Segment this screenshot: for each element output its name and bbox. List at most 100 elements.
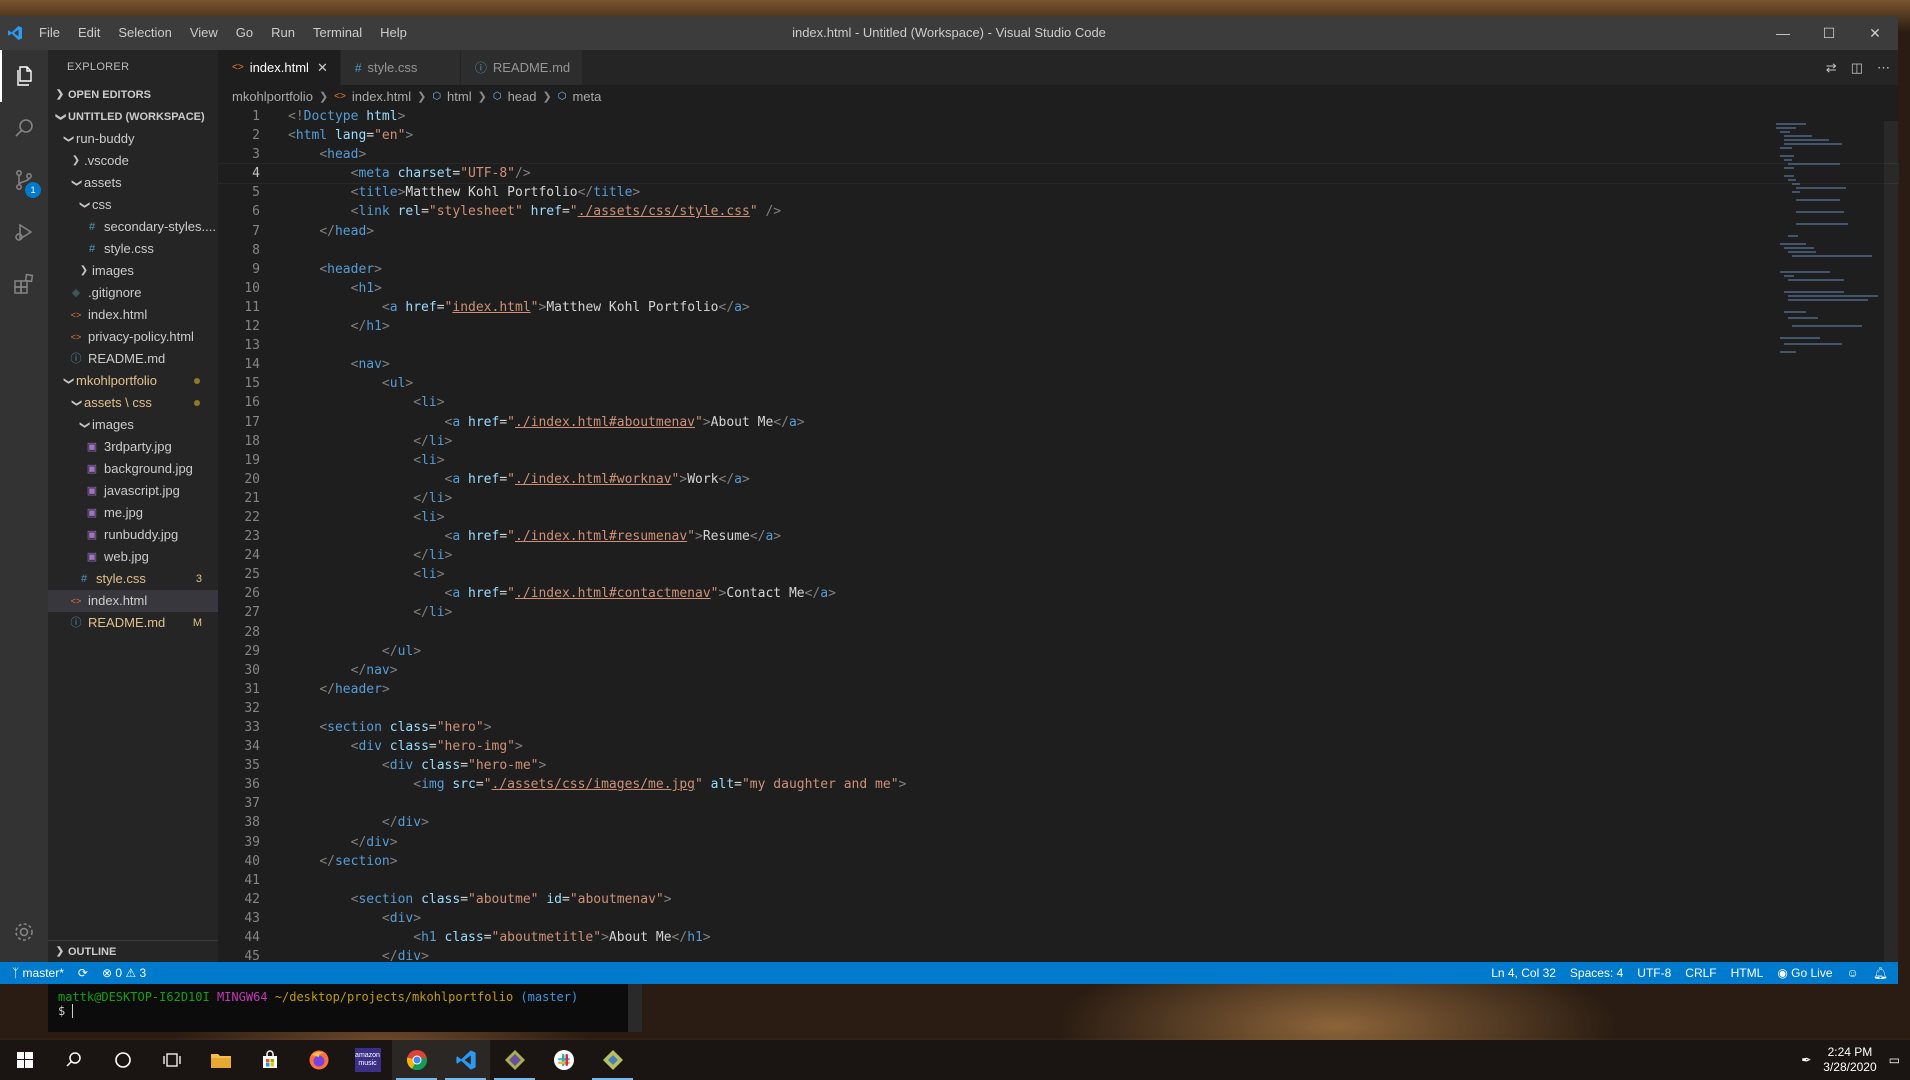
tree-item[interactable]: ❯ assets \ css	[48, 392, 218, 414]
code-line: 13	[218, 336, 1898, 355]
minimap[interactable]	[1774, 121, 1884, 361]
open-editors-section[interactable]: ❯ OPEN EDITORS	[48, 84, 218, 106]
tree-item[interactable]: ◆ .gitignore	[48, 282, 218, 304]
code-token: </	[413, 605, 429, 621]
menu-terminal[interactable]: Terminal	[304, 16, 371, 50]
menu-help[interactable]: Help	[371, 16, 416, 50]
close-icon[interactable]: ✕	[1852, 16, 1898, 50]
sync-icon[interactable]: ⟳	[78, 966, 88, 980]
branch-status[interactable]: ᛉ master*	[12, 966, 64, 980]
file-explorer-icon[interactable]	[196, 1040, 245, 1080]
tree-item[interactable]: ▣ background.jpg	[48, 458, 218, 480]
tab-style-css[interactable]: # style.css	[340, 50, 461, 85]
terminal-input-line[interactable]: $	[58, 1004, 632, 1018]
windows-start-icon[interactable]	[0, 1040, 49, 1080]
outline-section[interactable]: ❯ OUTLINE	[48, 940, 218, 962]
notification-center-icon[interactable]: ▭	[1889, 1053, 1900, 1067]
terminal-scrollbar[interactable]	[628, 984, 642, 1032]
breadcrumb-item[interactable]: html	[447, 89, 472, 104]
search-icon[interactable]	[49, 1040, 98, 1080]
search-icon[interactable]	[0, 102, 48, 154]
encoding[interactable]: UTF-8	[1637, 966, 1671, 980]
extensions-icon[interactable]	[0, 258, 48, 310]
vscode-taskbar-icon[interactable]	[441, 1040, 490, 1080]
menu-file[interactable]: File	[30, 16, 69, 50]
tab-readme-md[interactable]: ⓘ README.md	[460, 50, 584, 85]
slack-icon[interactable]	[539, 1040, 588, 1080]
html-file-icon: <>	[70, 596, 82, 606]
breadcrumb-item[interactable]: head	[508, 89, 537, 104]
tree-item[interactable]: # secondary-styles....	[48, 216, 218, 238]
git-gui-icon[interactable]	[588, 1040, 637, 1080]
language-mode[interactable]: HTML	[1731, 966, 1764, 980]
indentation[interactable]: Spaces: 4	[1570, 966, 1623, 980]
menu-go[interactable]: Go	[227, 16, 262, 50]
breadcrumb-item[interactable]: index.html	[352, 89, 411, 104]
cortana-icon[interactable]	[98, 1040, 147, 1080]
gitkraken-icon[interactable]	[490, 1040, 539, 1080]
open-changes-icon[interactable]: ⇄	[1826, 60, 1837, 76]
minimize-icon[interactable]: —	[1760, 16, 1806, 50]
tree-item-label: me.jpg	[104, 505, 144, 520]
tree-item[interactable]: ❯ mkohlportfolio	[48, 370, 218, 392]
source-control-icon[interactable]: 1	[0, 154, 48, 206]
feedback-icon[interactable]: ☺	[1847, 966, 1859, 980]
amazon-music-icon[interactable]: amazon music	[343, 1040, 392, 1080]
go-live-button[interactable]: ◉ Go Live	[1777, 966, 1832, 980]
tree-item[interactable]: ❯ run-buddy	[48, 128, 218, 150]
tree-item[interactable]: ❯ images	[48, 260, 218, 282]
scroll-thumb[interactable]	[1884, 121, 1898, 976]
tree-item[interactable]: ❯ images	[48, 414, 218, 436]
more-actions-icon[interactable]: ⋯	[1877, 60, 1890, 76]
tree-item[interactable]: ▣ web.jpg	[48, 546, 218, 568]
workspace-section[interactable]: ❯ UNTITLED (WORKSPACE)	[48, 106, 218, 128]
line-ending[interactable]: CRLF	[1685, 966, 1716, 980]
microsoft-store-icon[interactable]	[245, 1040, 294, 1080]
tree-item[interactable]: # style.css 3	[48, 568, 218, 590]
pen-icon[interactable]: ✒	[1801, 1053, 1811, 1067]
tree-item[interactable]: ▣ javascript.jpg	[48, 480, 218, 502]
tree-item[interactable]: ▣ runbuddy.jpg	[48, 524, 218, 546]
tree-item[interactable]: ⓘ README.md	[48, 348, 218, 370]
breadcrumb-item[interactable]: meta	[572, 89, 601, 104]
menu-view[interactable]: View	[181, 16, 227, 50]
task-view-icon[interactable]	[147, 1040, 196, 1080]
tree-item[interactable]: ❯ .vscode	[48, 150, 218, 172]
cursor-position[interactable]: Ln 4, Col 32	[1491, 966, 1556, 980]
line-text: </div>	[260, 833, 398, 852]
tree-item[interactable]: ❯ css	[48, 194, 218, 216]
editor-scrollbar[interactable]	[1884, 107, 1898, 976]
breadcrumb-item[interactable]: mkohlportfolio	[232, 89, 313, 104]
split-editor-icon[interactable]: ◫	[1851, 60, 1863, 76]
problems-status[interactable]: ⊗ 0 ⚠ 3	[102, 966, 146, 980]
settings-gear-icon[interactable]	[0, 906, 48, 958]
clock[interactable]: 2:24 PM 3/28/2020	[1823, 1045, 1876, 1075]
tree-item[interactable]: # style.css	[48, 238, 218, 260]
maximize-icon[interactable]: ☐	[1806, 16, 1852, 50]
tree-item[interactable]: ⓘ README.md M	[48, 612, 218, 634]
tree-item[interactable]: ❯ assets	[48, 172, 218, 194]
code-token: >	[538, 758, 547, 774]
explorer-icon[interactable]	[0, 50, 48, 102]
menu-run[interactable]: Run	[262, 16, 304, 50]
code-token: </	[773, 414, 789, 430]
tree-item[interactable]: <> privacy-policy.html	[48, 326, 218, 348]
menu-selection[interactable]: Selection	[109, 16, 180, 50]
notifications-icon[interactable]: 🔔︎	[1873, 966, 1888, 980]
tree-item[interactable]: <> index.html	[48, 590, 218, 612]
terminal-window[interactable]: mattk@DESKTOP-I62D10I MINGW64 ~/desktop/…	[48, 984, 642, 1032]
code-token: "hero-img"	[436, 739, 516, 755]
chrome-icon[interactable]	[392, 1040, 441, 1080]
tree-item[interactable]: <> index.html	[48, 304, 218, 326]
firefox-icon[interactable]	[294, 1040, 343, 1080]
menu-edit[interactable]: Edit	[69, 16, 109, 50]
close-tab-icon[interactable]: ✕	[317, 60, 328, 76]
tree-item[interactable]: ▣ 3rdparty.jpg	[48, 436, 218, 458]
tab-index-html[interactable]: <> index.html ✕	[218, 50, 341, 85]
code-line: 40 </section>	[218, 852, 1898, 871]
tree-item[interactable]: ▣ me.jpg	[48, 502, 218, 524]
run-debug-icon[interactable]	[0, 206, 48, 258]
code-editor[interactable]: 1 <!Doctype html> 2 <html lang="en"> 3 <head…	[217, 107, 1899, 976]
